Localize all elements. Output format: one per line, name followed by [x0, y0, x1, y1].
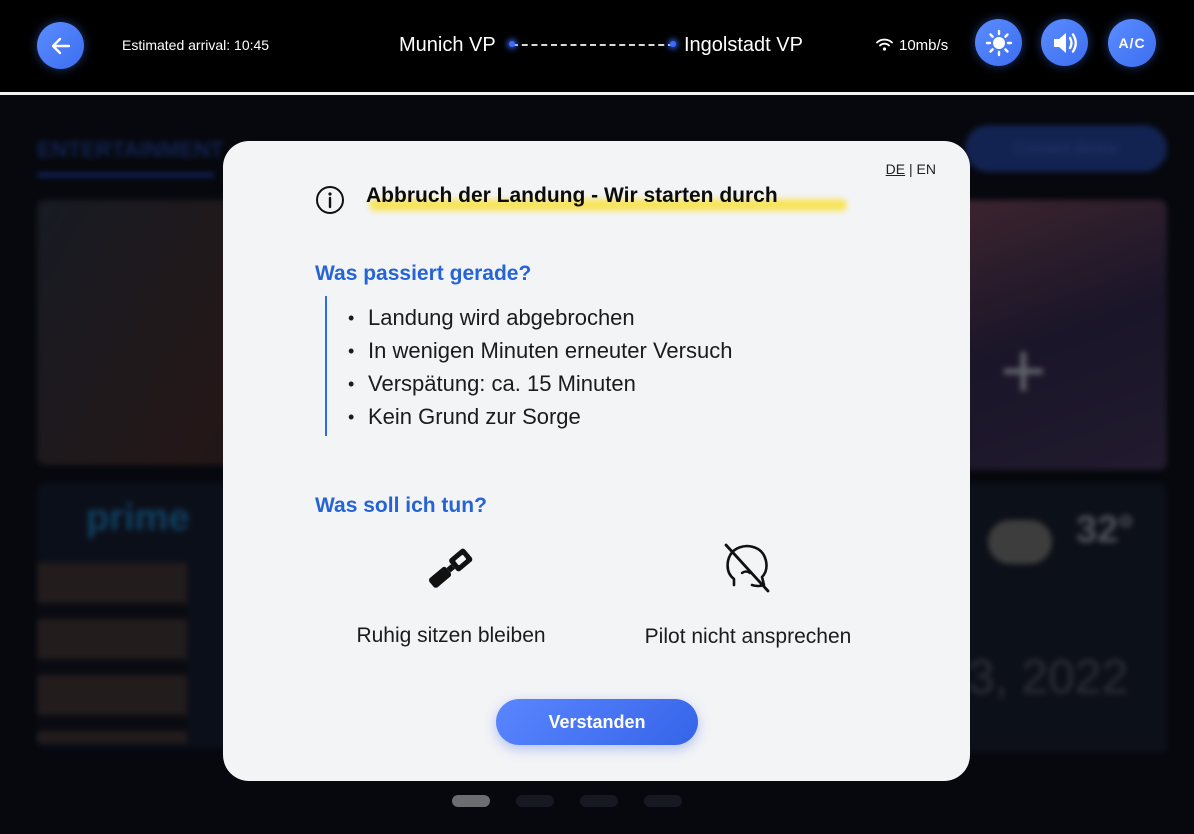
streaming-plus-logo: + [1000, 326, 1047, 415]
ac-button[interactable]: A/C [1108, 19, 1156, 67]
volume-button[interactable] [1041, 19, 1088, 66]
language-switcher: DE | EN [886, 161, 936, 177]
list-item-text: Verspätung: ca. 15 Minuten [368, 371, 636, 396]
route-destination-dot [670, 41, 676, 47]
bullet-dot: • [348, 374, 355, 394]
list-item: • Landung wird abgebrochen [348, 305, 732, 338]
list-item: • Kein Grund zur Sorge [348, 404, 732, 437]
tab-entertainment: ENTERTAINMENT [37, 137, 224, 162]
volume-icon [1053, 32, 1077, 53]
connection-speed: 10mb/s [899, 37, 949, 54]
action-stay-seated: Ruhig sitzen bleiben [356, 624, 546, 647]
weather-date: 3, 2022 [968, 651, 1129, 704]
topbar-divider [0, 92, 1194, 95]
tab-underline [37, 173, 214, 177]
brightness-button[interactable] [975, 19, 1022, 66]
lang-en[interactable]: EN [917, 161, 936, 177]
page-dot [452, 795, 490, 807]
wifi-icon [876, 38, 893, 51]
list-item: • Verspätung: ca. 15 Minuten [348, 371, 732, 404]
brightness-icon [985, 29, 1012, 56]
page-dot [580, 795, 618, 807]
top-bar: Estimated arrival: 10:45 Munich VP Ingol… [0, 0, 1194, 92]
connect-device-button: Connect device [965, 125, 1167, 172]
route-destination: Ingolstadt VP [684, 34, 803, 56]
dialog-title: Abbruch der Landung - Wir starten durch [366, 184, 778, 207]
streaming-tile [950, 200, 1167, 470]
route-origin-dot [509, 41, 515, 47]
back-button[interactable] [37, 22, 84, 69]
info-icon [316, 186, 344, 214]
prime-thumbnails [37, 563, 187, 743]
list-item-text: Kein Grund zur Sorge [368, 404, 581, 429]
no-talking-icon [724, 543, 770, 593]
action-dont-talk-to-pilot: Pilot nicht ansprechen [644, 625, 852, 648]
page-dot [516, 795, 554, 807]
lang-de[interactable]: DE [886, 161, 905, 177]
bullet-dot: • [348, 341, 355, 361]
section-heading-what-happens: Was passiert gerade? [315, 262, 532, 285]
bullet-accent-bar [325, 296, 327, 436]
back-arrow-icon [51, 37, 70, 54]
route-line [512, 44, 674, 46]
page-indicator [452, 795, 682, 807]
bullet-dot: • [348, 407, 355, 427]
page-dot [644, 795, 682, 807]
list-item-text: In wenigen Minuten erneuter Versuch [368, 338, 733, 363]
weather-temperature: 32° [1076, 509, 1134, 551]
go-around-dialog: DE | EN Abbruch der Landung - Wir starte… [223, 141, 970, 781]
weather-tile [950, 483, 1167, 753]
status-list: • Landung wird abgebrochen • In wenigen Mi… [348, 305, 732, 437]
estimated-arrival: Estimated arrival: 10:45 [122, 37, 270, 53]
lang-separator: | [909, 161, 913, 177]
section-heading-what-to-do: Was soll ich tun? [315, 494, 487, 517]
list-item-text: Landung wird abgebrochen [368, 305, 635, 330]
list-item: • In wenigen Minuten erneuter Versuch [348, 338, 732, 371]
confirm-button[interactable]: Verstanden [496, 699, 698, 745]
seatbelt-icon [428, 548, 473, 588]
cloud-icon [988, 520, 1052, 564]
prime-logo: prime [86, 497, 190, 539]
route-origin: Munich VP [399, 34, 496, 56]
bullet-dot: • [348, 308, 355, 328]
